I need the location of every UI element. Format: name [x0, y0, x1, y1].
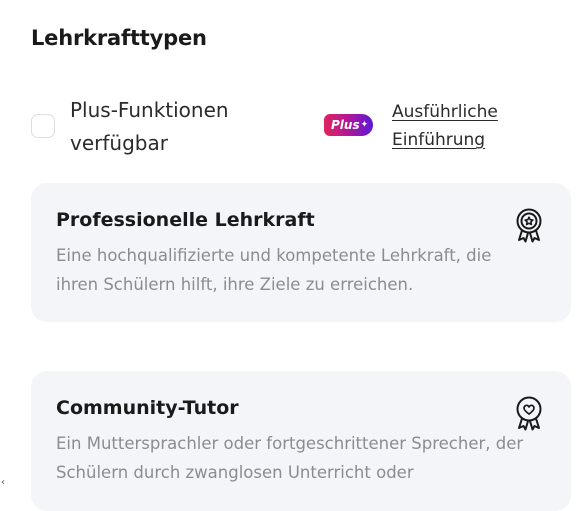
detailed-introduction-link[interactable]: Ausführliche Einführung [392, 98, 532, 154]
card-description: Eine hochqualifizierte und kompetente Le… [56, 246, 492, 294]
plus-filter-row: Plus-Funktionen verfügbar Plus✦ Ausführl… [31, 94, 579, 160]
page-title: Lehrkrafttypen [31, 26, 207, 50]
plus-badge: Plus✦ [324, 114, 373, 136]
sparkle-icon: ✦ [360, 120, 369, 130]
edge-chevron-icon: ‹ [1, 477, 5, 488]
award-badge-star-icon [516, 208, 542, 243]
teacher-type-card-community[interactable]: Community-Tutor Ein Muttersprachler oder… [31, 371, 571, 511]
plus-badge-text: Plus [331, 118, 360, 132]
card-title: Community-Tutor [56, 397, 239, 419]
teacher-type-card-professional[interactable]: Professionelle Lehrkraft Eine hochqualif… [31, 183, 571, 322]
plus-features-label[interactable]: Plus-Funktionen verfügbar [70, 94, 270, 160]
card-title: Professionelle Lehrkraft [56, 209, 315, 231]
award-badge-heart-icon [516, 396, 542, 431]
plus-features-checkbox[interactable] [31, 114, 55, 138]
card-description: Ein Muttersprachler oder fortgeschritten… [56, 434, 524, 482]
